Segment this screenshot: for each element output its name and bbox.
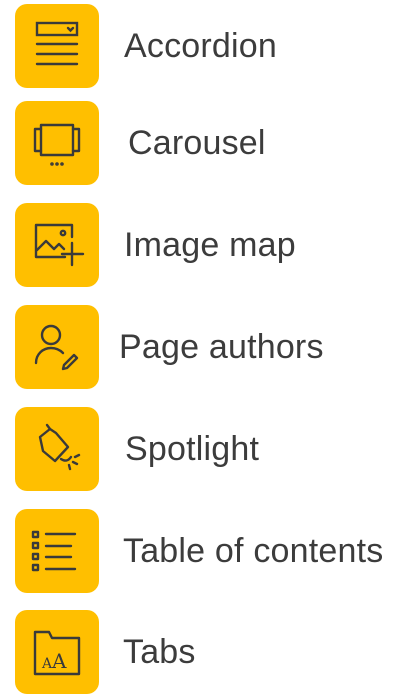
list-item-tabs[interactable]: A A Tabs [0, 610, 411, 694]
image-map-icon [15, 203, 99, 287]
item-label: Image map [124, 226, 296, 264]
list-item-carousel[interactable]: Carousel [0, 101, 411, 185]
list-item-table-of-contents[interactable]: Table of contents [0, 509, 411, 593]
item-label: Accordion [124, 27, 277, 65]
item-label: Carousel [128, 124, 266, 162]
item-label: Page authors [119, 328, 324, 366]
table-of-contents-icon [15, 509, 99, 593]
accordion-icon [15, 4, 99, 88]
list-item-accordion[interactable]: Accordion [0, 4, 411, 88]
tabs-icon: A A [15, 610, 99, 694]
item-label: Tabs [123, 633, 196, 671]
item-label: Table of contents [123, 532, 384, 570]
spotlight-icon [15, 407, 99, 491]
list-item-image-map[interactable]: Image map [0, 203, 411, 287]
svg-text:A: A [51, 649, 67, 673]
page-authors-icon [15, 305, 99, 389]
list-item-page-authors[interactable]: Page authors [0, 305, 411, 389]
list-item-spotlight[interactable]: Spotlight [0, 407, 411, 491]
item-label: Spotlight [125, 430, 260, 468]
carousel-icon [15, 101, 99, 185]
widget-type-list: { "colors": { "accent": "#FFBF00", "icon… [0, 0, 411, 694]
